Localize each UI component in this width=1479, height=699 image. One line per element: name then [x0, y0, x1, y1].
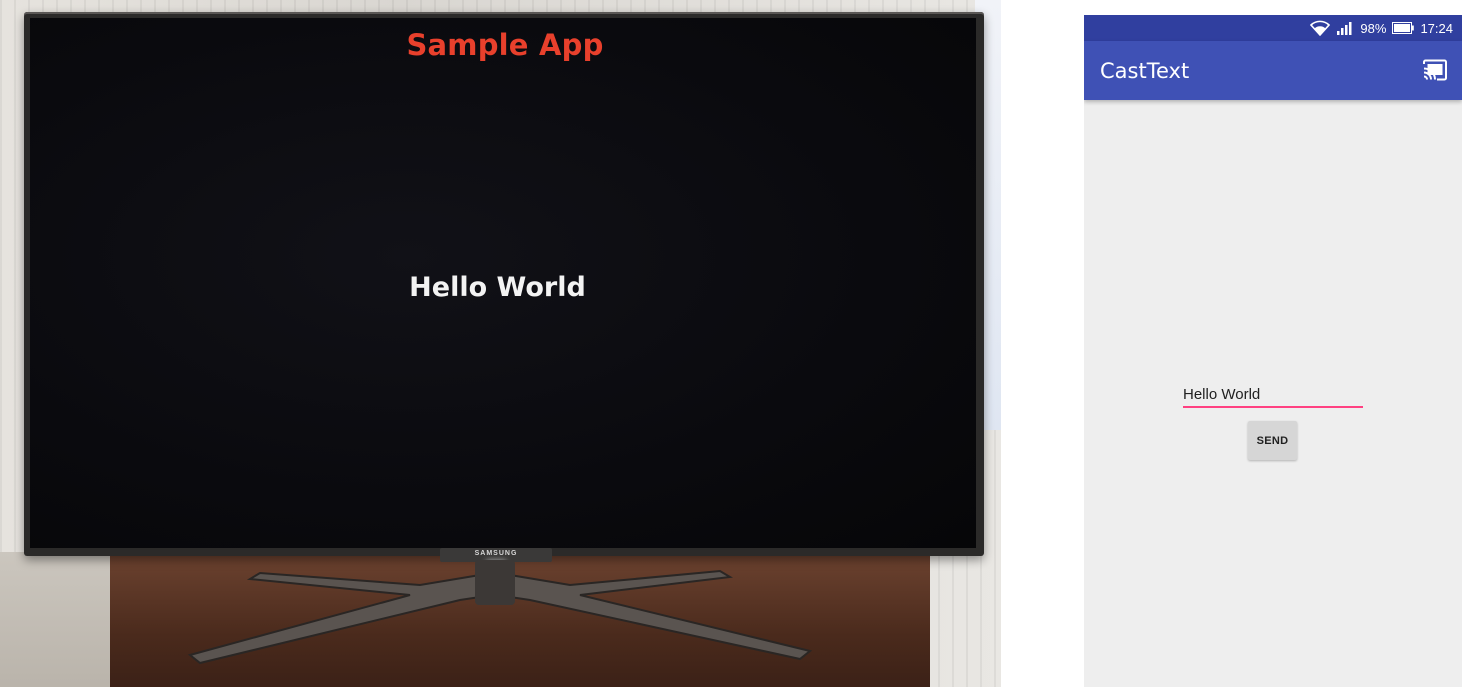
- signal-icon: [1336, 21, 1354, 35]
- cast-text-field[interactable]: [1183, 383, 1363, 409]
- status-bar: 98% 17:24: [1084, 15, 1462, 41]
- wifi-icon: [1310, 20, 1331, 36]
- send-button[interactable]: SEND: [1248, 421, 1297, 460]
- receiver-app-title: Sample App: [406, 28, 604, 62]
- tv-photo: Sample App Hello World SAMSUNG: [0, 0, 1001, 687]
- cast-icon[interactable]: [1422, 59, 1448, 81]
- battery-percent: 98%: [1360, 20, 1387, 36]
- phone-screen: 98% 17:24 CastText Hello World SEND: [1084, 15, 1462, 687]
- wall-lower: [0, 552, 120, 687]
- input-underline: [1183, 406, 1363, 408]
- app-bar: CastText: [1084, 41, 1462, 100]
- screenshot: Sample App Hello World SAMSUNG 98% 17:24…: [0, 0, 1479, 699]
- receiver-displayed-text: Hello World: [409, 272, 586, 303]
- app-title: CastText: [1100, 59, 1190, 83]
- battery-icon: [1392, 22, 1415, 34]
- clock: 17:24: [1420, 20, 1453, 36]
- cast-text-input[interactable]: [1183, 383, 1363, 407]
